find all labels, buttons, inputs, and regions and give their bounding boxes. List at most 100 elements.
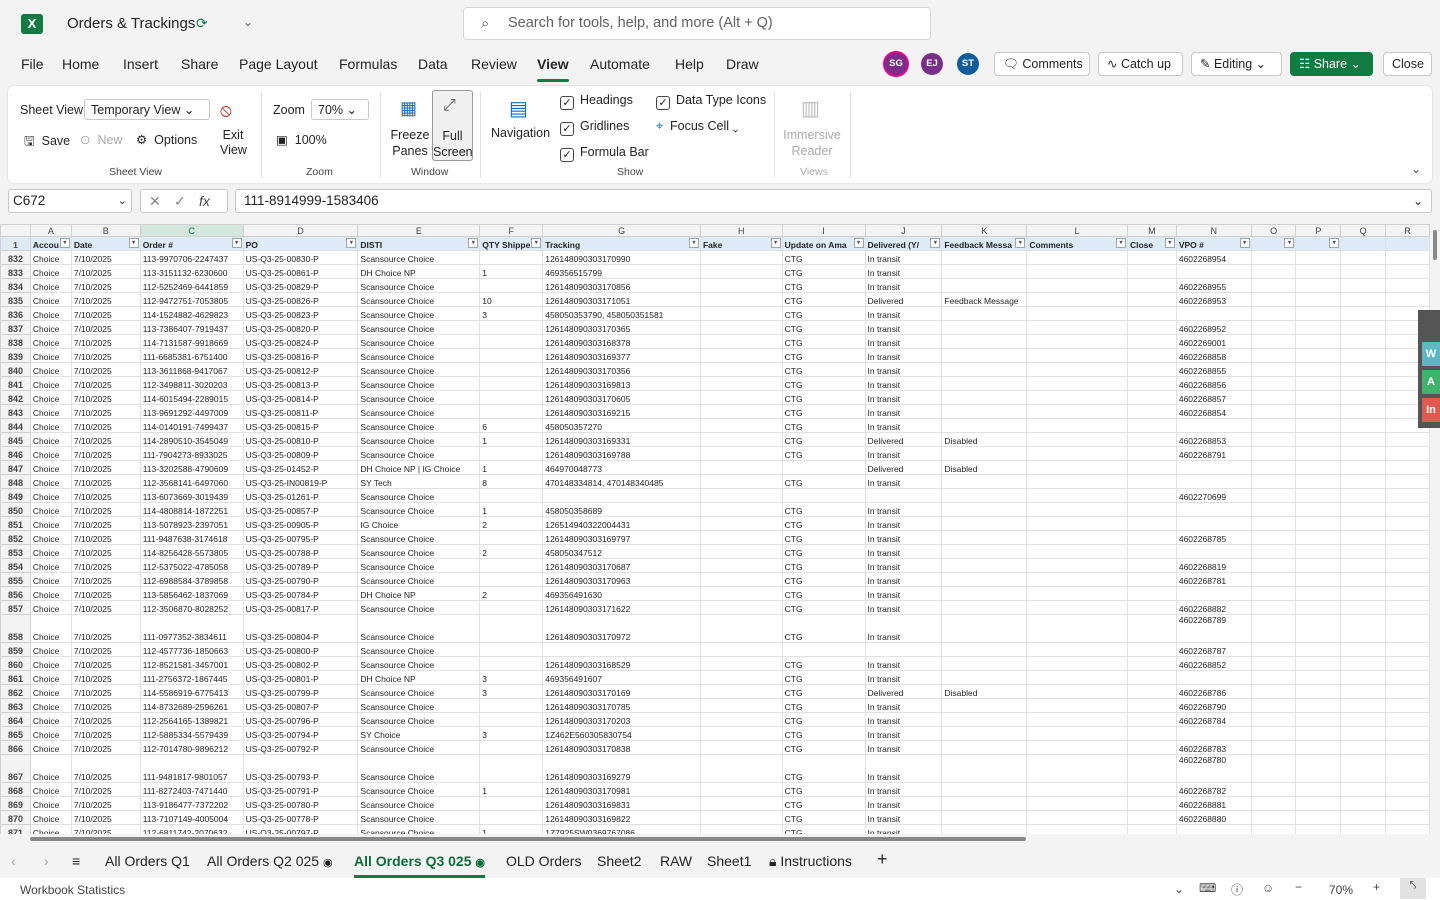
cell[interactable]: 114-8256428-5573805 [139,544,244,559]
cell[interactable]: 4602268853 [1175,432,1252,447]
cell[interactable]: 112-5252469-6441859 [139,278,244,293]
cell[interactable]: 2 [479,544,544,559]
cell[interactable]: 114-7131587-9918669 [139,334,244,349]
cell[interactable]: US-Q3-25-01261-P [242,488,359,503]
gridlines-checkbox[interactable]: ✓ Gridlines [560,119,629,136]
cell[interactable] [479,810,544,825]
cell[interactable]: 7/10/2025 [70,698,141,713]
cell[interactable] [479,740,544,755]
table-header-cell[interactable] [1340,236,1387,251]
filter-dropdown-icon[interactable]: ▾ [1115,238,1126,248]
cell[interactable]: CTG [781,404,866,419]
filter-dropdown-icon[interactable]: ▾ [770,238,781,248]
cell[interactable] [1126,544,1177,559]
cell[interactable]: CTG [781,558,866,573]
cell[interactable]: Scansource Choice [357,334,481,349]
cell[interactable] [699,782,783,797]
cell[interactable] [1026,278,1128,293]
cell[interactable] [1340,390,1387,405]
cell[interactable] [699,572,783,587]
cell[interactable]: In transit [864,264,943,279]
cell[interactable] [1340,306,1387,321]
cell[interactable]: 464970048773 [542,460,701,475]
row-number[interactable]: 847 [0,460,31,475]
cell[interactable] [1250,460,1297,475]
cell[interactable] [1340,796,1387,811]
cell[interactable]: Scansource Choice [357,348,481,363]
cell[interactable] [1026,362,1128,377]
cell[interactable]: US-Q3-25-00905-P [242,516,359,531]
cell[interactable] [1126,670,1177,685]
cell[interactable] [1026,306,1128,321]
tab-help[interactable]: Help [675,56,704,72]
cell[interactable] [941,782,1028,797]
cell[interactable] [479,278,544,293]
cell[interactable]: 7/10/2025 [70,320,141,335]
cell[interactable] [1026,530,1128,545]
row-number[interactable]: 853 [0,544,31,559]
row-number[interactable]: 867 [0,754,31,783]
cell[interactable]: 112-9472751-7053805 [139,292,244,307]
cell[interactable]: 7/10/2025 [70,614,141,643]
cell[interactable]: 7/10/2025 [70,278,141,293]
cell[interactable]: US-Q3-25-00796-P [242,712,359,727]
cell[interactable] [941,278,1028,293]
column-header[interactable]: A [29,224,72,237]
cell[interactable]: Scansource Choice [357,502,481,517]
cell[interactable] [1340,670,1387,685]
cell[interactable] [1295,404,1342,419]
cell[interactable] [1126,614,1177,643]
sheet-tab[interactable]: 🔒︎ Instructions [769,853,852,870]
cell[interactable] [699,684,783,699]
cell[interactable] [1295,474,1342,489]
cell[interactable] [1340,320,1387,335]
cell[interactable]: 4602268857 [1175,390,1252,405]
comments-button[interactable]: 🗨︎ Comments [994,52,1090,76]
cell[interactable] [941,656,1028,671]
cell[interactable]: 4602268791 [1175,446,1252,461]
sheet-tab[interactable]: OLD Orders [506,853,581,869]
cell[interactable] [1026,642,1128,657]
cell[interactable]: CTG [781,418,866,433]
cell[interactable] [699,446,783,461]
cell[interactable] [479,614,544,643]
cell[interactable] [699,460,783,475]
cell[interactable] [781,642,866,657]
cell[interactable] [1126,404,1177,419]
cell[interactable] [1126,376,1177,391]
cell[interactable]: Choice [29,460,72,475]
cell[interactable] [1295,558,1342,573]
cell[interactable]: CTG [781,684,866,699]
cell[interactable] [1385,446,1430,461]
cell[interactable] [1295,446,1342,461]
cell[interactable]: In transit [864,362,943,377]
cell[interactable]: CTG [781,362,866,377]
cell[interactable] [1026,488,1128,503]
cell[interactable]: CTG [781,446,866,461]
cell[interactable] [1295,586,1342,601]
sheet-tab[interactable]: Sheet2 [597,853,641,869]
cell[interactable] [1340,810,1387,825]
cell[interactable] [1250,320,1297,335]
cell[interactable] [941,530,1028,545]
cell[interactable]: 126148090303171051 [542,292,701,307]
cell[interactable] [1385,558,1430,573]
cell[interactable] [1026,418,1128,433]
insert-function-icon[interactable]: fx [199,190,210,212]
row-number[interactable]: 841 [0,376,31,391]
cell[interactable]: Choice [29,488,72,503]
cell[interactable]: 114-6015494-2289015 [139,390,244,405]
cell[interactable] [1295,712,1342,727]
cell[interactable] [1250,404,1297,419]
cell[interactable] [1385,642,1430,657]
cell[interactable] [864,488,943,503]
cell[interactable] [1340,502,1387,517]
table-header-cell[interactable]: Accou ▾ [29,236,72,251]
cell[interactable] [1026,390,1128,405]
side-pane-item[interactable]: In [1422,398,1440,422]
cell[interactable] [1385,726,1430,741]
cell[interactable]: 469356515799 [542,264,701,279]
cell[interactable] [1126,432,1177,447]
cell[interactable] [1126,656,1177,671]
tab-draw[interactable]: Draw [726,56,759,72]
